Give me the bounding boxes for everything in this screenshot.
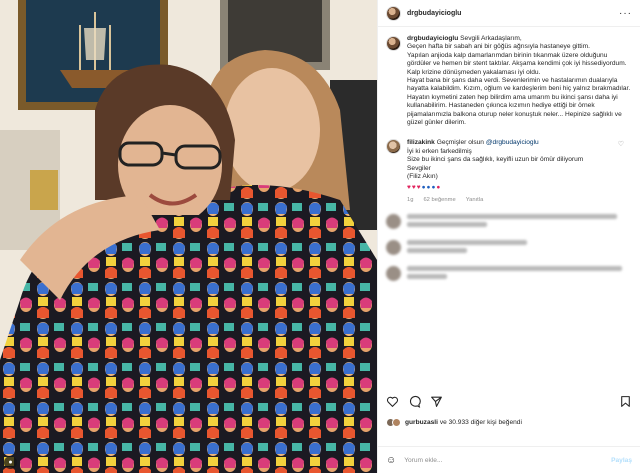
bookmark-icon[interactable] — [619, 395, 632, 408]
comment-text: filizakink Geçmişler olsun @drgbudayicio… — [407, 139, 583, 204]
comment-item: filizakink Geçmişler olsun @drgbudayicio… — [386, 139, 632, 204]
liker-avatar — [392, 418, 401, 427]
post-comment-button[interactable]: Paylaş — [611, 457, 632, 464]
comment-emojis: ♥ ♥ ♥ ● ● ● ● — [407, 184, 583, 192]
comments-section[interactable]: drgbudayicioglu Sevgili Arkadaşlarım, Ge… — [378, 35, 640, 385]
blurred-comment — [386, 240, 632, 256]
emoji-icon[interactable]: ☺ — [386, 455, 396, 466]
comment-icon[interactable] — [408, 395, 421, 408]
instagram-post: ● drgbudayicioglu ··· drgbudayicioglu Se… — [0, 0, 640, 473]
commenter-username[interactable]: filizakink — [407, 139, 435, 146]
post-header: drgbudayicioglu ··· — [378, 0, 640, 27]
user-tag-icon[interactable]: ● — [4, 456, 17, 469]
blurred-avatar — [386, 266, 401, 282]
post-actions — [386, 395, 632, 408]
likes-summary: gurbuzasli ve 30.933 diğer kişi beğendi — [386, 418, 632, 427]
caption-avatar[interactable] — [386, 36, 401, 51]
comment-line: (Filiz Akın) — [407, 173, 438, 181]
comment-line: Size bu ikinci şans da sağlıklı, keyifli… — [407, 156, 584, 164]
likes-count: ve 30.933 diğer kişi beğendi — [437, 419, 522, 426]
nazar-bead-icon: ● — [426, 183, 431, 191]
nazar-bead-icon: ● — [431, 183, 436, 191]
comment-input[interactable] — [404, 456, 604, 464]
commenter-avatar[interactable] — [386, 139, 401, 155]
caption-line: Sevgili Arkadaşlarım, — [460, 35, 522, 42]
blurred-comment — [386, 266, 632, 282]
caption: drgbudayicioglu Sevgili Arkadaşlarım, Ge… — [386, 35, 632, 127]
author-username[interactable]: drgbudayicioglu — [407, 10, 461, 17]
red-heart-icon: ♥ — [411, 183, 416, 191]
author-avatar[interactable] — [386, 5, 401, 21]
caption-line: Hayatın kıymetini zaten hep bilirdim ama… — [407, 93, 622, 127]
caption-line: Hayat bana bir şans daha verdi. Sevenler… — [407, 77, 631, 93]
comment-line: İyi ki erken farkedilmiş — [407, 147, 472, 155]
add-comment-bar: ☺ Paylaş — [378, 446, 640, 473]
photo-illustration — [0, 0, 377, 473]
comment-intro: Geçmişler olsun — [436, 139, 484, 147]
blurred-avatar — [386, 240, 401, 256]
caption-text: drgbudayicioglu Sevgili Arkadaşlarım, Ge… — [407, 35, 632, 127]
post-photo[interactable]: ● — [0, 0, 377, 473]
liker-username[interactable]: gurbuzasli — [405, 419, 438, 426]
blurred-comment — [386, 214, 632, 230]
caption-line: Geçen hafta bir sabah ani bir göğüs ağrı… — [407, 43, 590, 51]
red-heart-icon: ♥ — [416, 183, 421, 191]
caption-line: Yapılan anjioda kalp damarlarımdan birin… — [407, 51, 627, 76]
comment-likes[interactable]: 62 beğenme — [423, 196, 455, 204]
reply-button[interactable]: Yanıtla — [466, 196, 484, 204]
likes-text[interactable]: gurbuzasli ve 30.933 diğer kişi beğendi — [405, 419, 522, 426]
comment-time[interactable]: 1g — [407, 196, 413, 204]
comment-line: Sevgiler — [407, 164, 431, 172]
nazar-bead-icon: ● — [436, 183, 441, 191]
share-icon[interactable] — [430, 395, 443, 408]
blurred-text — [407, 240, 527, 256]
nazar-bead-icon: ● — [421, 183, 426, 191]
like-heart-icon[interactable] — [386, 395, 399, 408]
blurred-text — [407, 214, 617, 230]
caption-username[interactable]: drgbudayicioglu — [407, 35, 458, 42]
post-side-panel: drgbudayicioglu ··· drgbudayicioglu Sevg… — [377, 0, 640, 473]
comment-meta: 1g 62 beğenme Yanıtla — [407, 196, 583, 204]
comment-like-icon[interactable]: ♡ — [618, 140, 624, 148]
red-heart-icon: ♥ — [407, 183, 411, 191]
more-options-icon[interactable]: ··· — [619, 8, 632, 19]
blurred-avatar — [386, 214, 401, 230]
blurred-text — [407, 266, 622, 282]
comment-mention[interactable]: @drgbudayicioglu — [486, 139, 539, 146]
